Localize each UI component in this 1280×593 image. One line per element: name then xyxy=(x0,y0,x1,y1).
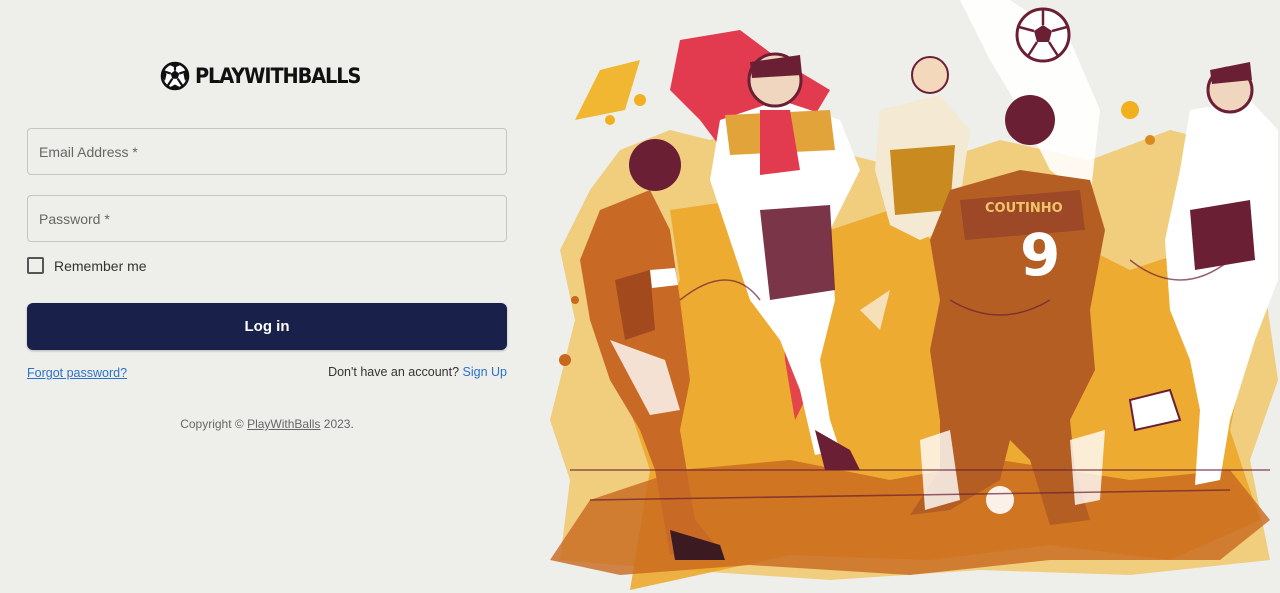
copyright-prefix: Copyright © xyxy=(180,417,244,431)
copyright-footer: Copyright © PlayWithBalls 2023. xyxy=(27,417,507,431)
password-field[interactable]: Password * xyxy=(27,195,507,242)
soccer-ball-icon xyxy=(160,61,189,91)
email-field-label: Email Address * xyxy=(39,144,138,160)
brand-name: PLAYWITHBALLS xyxy=(194,64,361,88)
login-panel: PLAYWITHBALLS Email Address * Password *… xyxy=(27,0,507,593)
brand-footer-link[interactable]: PlayWithBalls xyxy=(247,417,320,431)
remember-me[interactable]: Remember me xyxy=(27,257,147,274)
forgot-password-link[interactable]: Forgot password? xyxy=(27,366,127,380)
remember-me-label[interactable]: Remember me xyxy=(54,258,147,274)
copyright-year: 2023. xyxy=(323,417,354,431)
football xyxy=(1015,7,1071,63)
login-page: PLAYWITHBALLS Email Address * Password *… xyxy=(0,0,1280,593)
signup-prompt: Don't have an account? Sign Up xyxy=(328,365,507,379)
no-account-text: Don't have an account? xyxy=(328,365,460,379)
football-illustration: 9 COUTINHO xyxy=(530,0,1280,593)
illustration-canvas: 9 COUTINHO xyxy=(550,0,1278,590)
email-field[interactable]: Email Address * xyxy=(27,128,507,175)
remember-me-checkbox[interactable] xyxy=(27,257,44,274)
jersey-lettering: COUTINHO xyxy=(985,201,1063,216)
login-button[interactable]: Log in xyxy=(27,303,507,350)
jersey-number: 9 xyxy=(1020,221,1060,289)
password-field-label: Password * xyxy=(39,211,110,227)
brand-logo[interactable]: PLAYWITHBALLS xyxy=(27,59,507,93)
signup-link[interactable]: Sign Up xyxy=(463,365,507,379)
